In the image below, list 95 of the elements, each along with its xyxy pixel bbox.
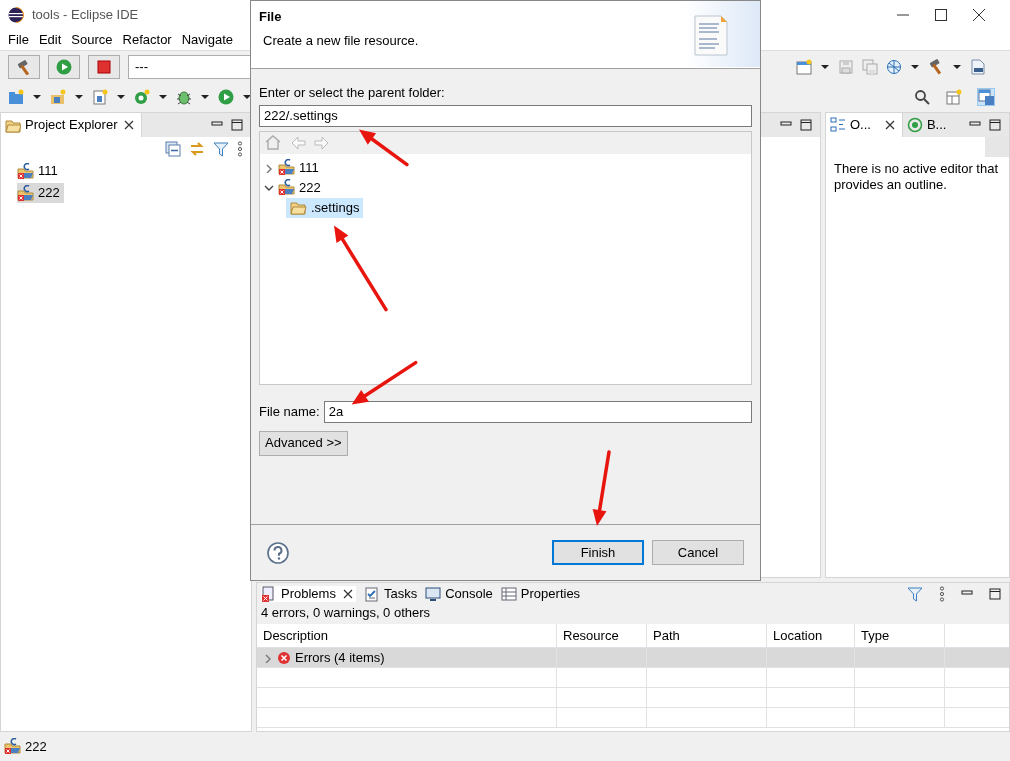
problems-icon [261,586,277,602]
java-perspective-icon[interactable] [978,89,994,105]
close-icon[interactable] [884,120,895,130]
project-icon [4,738,21,755]
collapse-all-icon[interactable] [165,141,181,157]
close-icon[interactable] [972,8,986,22]
tree-item[interactable]: 222 [274,177,325,198]
cancel-button[interactable]: Cancel [652,540,744,565]
problems-summary: 4 errors, 0 warnings, 0 others [257,605,1009,624]
outline-message: There is no active editor that provides an outline. [833,160,1000,193]
maximize-icon[interactable] [989,588,1001,600]
table-row[interactable]: Errors (4 items) [257,648,1009,668]
view-tab[interactable]: Project Explorer [1,113,143,137]
tree-item[interactable]: 222 [17,183,64,204]
eclipse-logo-icon [8,7,24,23]
project-icon [17,162,34,180]
table-cell: Errors (4 items) [295,649,385,666]
chevron-right-icon[interactable] [263,652,273,663]
view-menu-icon[interactable] [237,141,243,157]
caret-icon[interactable] [74,92,84,102]
project-icon [278,179,295,197]
table-icon [500,586,517,602]
column-header[interactable]: Location [767,624,855,647]
maximize-icon[interactable] [989,119,1001,131]
caret-icon[interactable] [116,92,126,102]
tree-item[interactable]: 111 [274,157,323,178]
run-icon[interactable] [218,89,234,105]
project-icon [17,184,34,202]
caret-icon[interactable] [200,92,210,102]
target-icon [906,117,923,133]
folder-field[interactable]: 222/.settings [259,104,752,127]
close-icon[interactable] [124,120,135,130]
menu-item[interactable]: Edit [38,32,62,48]
caret-icon[interactable] [158,92,168,102]
close-icon[interactable] [342,589,353,599]
advanced-button[interactable]: Advanced >> [259,430,348,456]
stop-button[interactable] [88,54,120,79]
project-explorer-icon [5,117,21,133]
run-button[interactable] [48,54,80,79]
view-tab[interactable]: Tasks [363,586,418,602]
finish-button[interactable]: Finish [552,540,644,565]
dialog-subtitle: Create a new file resource. [262,32,420,49]
bug-icon[interactable] [176,89,192,105]
menu-item[interactable]: File [8,32,29,48]
field-label: File name: [259,403,320,420]
file-name-field[interactable]: 2a [323,400,752,423]
error-icon [277,650,291,665]
ring-plus-icon[interactable] [134,89,150,105]
maximize-icon[interactable] [231,119,243,131]
view-tab[interactable]: Console [425,586,493,602]
view-tab[interactable]: B... [902,113,951,137]
view-tab[interactable]: Properties [500,586,581,602]
maximize-icon[interactable] [934,8,948,22]
new-package-icon[interactable] [50,89,66,105]
tree-item[interactable]: .settings [286,197,364,218]
hammer-icon [16,58,32,75]
column-header[interactable]: Resource [557,624,647,647]
binary-file-icon[interactable] [970,58,986,75]
run-icon [56,58,72,75]
window-title: tools - Eclipse IDE [32,7,139,23]
hammer-icon[interactable] [928,57,944,76]
view-tab[interactable]: O... [826,113,903,137]
search-icon[interactable] [914,89,930,105]
caret-icon[interactable] [32,92,42,102]
view-tab[interactable]: Problems [261,586,356,602]
project-icon [278,159,295,177]
tab-label: Project Explorer [25,117,118,133]
chevron-right-icon[interactable] [264,162,274,173]
tree-item[interactable]: 111 [17,161,62,181]
open-perspective-icon[interactable] [946,89,962,105]
new-class-icon[interactable] [92,89,108,105]
maximize-icon[interactable] [800,119,812,131]
caret-icon[interactable] [242,92,252,102]
folder-icon [290,199,307,217]
new-window-icon[interactable] [796,58,812,75]
filter-icon[interactable] [213,141,229,157]
menu-item[interactable]: Navigate [181,32,233,48]
view-menu-icon[interactable] [939,586,945,602]
console-icon [425,586,442,602]
column-header[interactable]: Type [855,624,945,647]
column-header[interactable]: Path [647,624,767,647]
globe-icon[interactable] [886,58,902,75]
help-icon[interactable] [267,541,289,564]
build-button[interactable] [8,54,40,79]
field-label: Enter or select the parent folder: [259,85,446,101]
filter-icon[interactable] [907,586,923,602]
new-project-icon[interactable] [8,89,24,105]
menu-item[interactable]: Refactor [122,32,172,48]
stop-icon [96,58,112,75]
dialog-title: File [259,9,283,25]
tasks-icon [363,586,380,602]
column-header[interactable]: Description [257,624,557,647]
menu-item[interactable]: Source [71,32,113,48]
outline-icon [830,117,846,133]
status-text: 222 [25,738,47,755]
